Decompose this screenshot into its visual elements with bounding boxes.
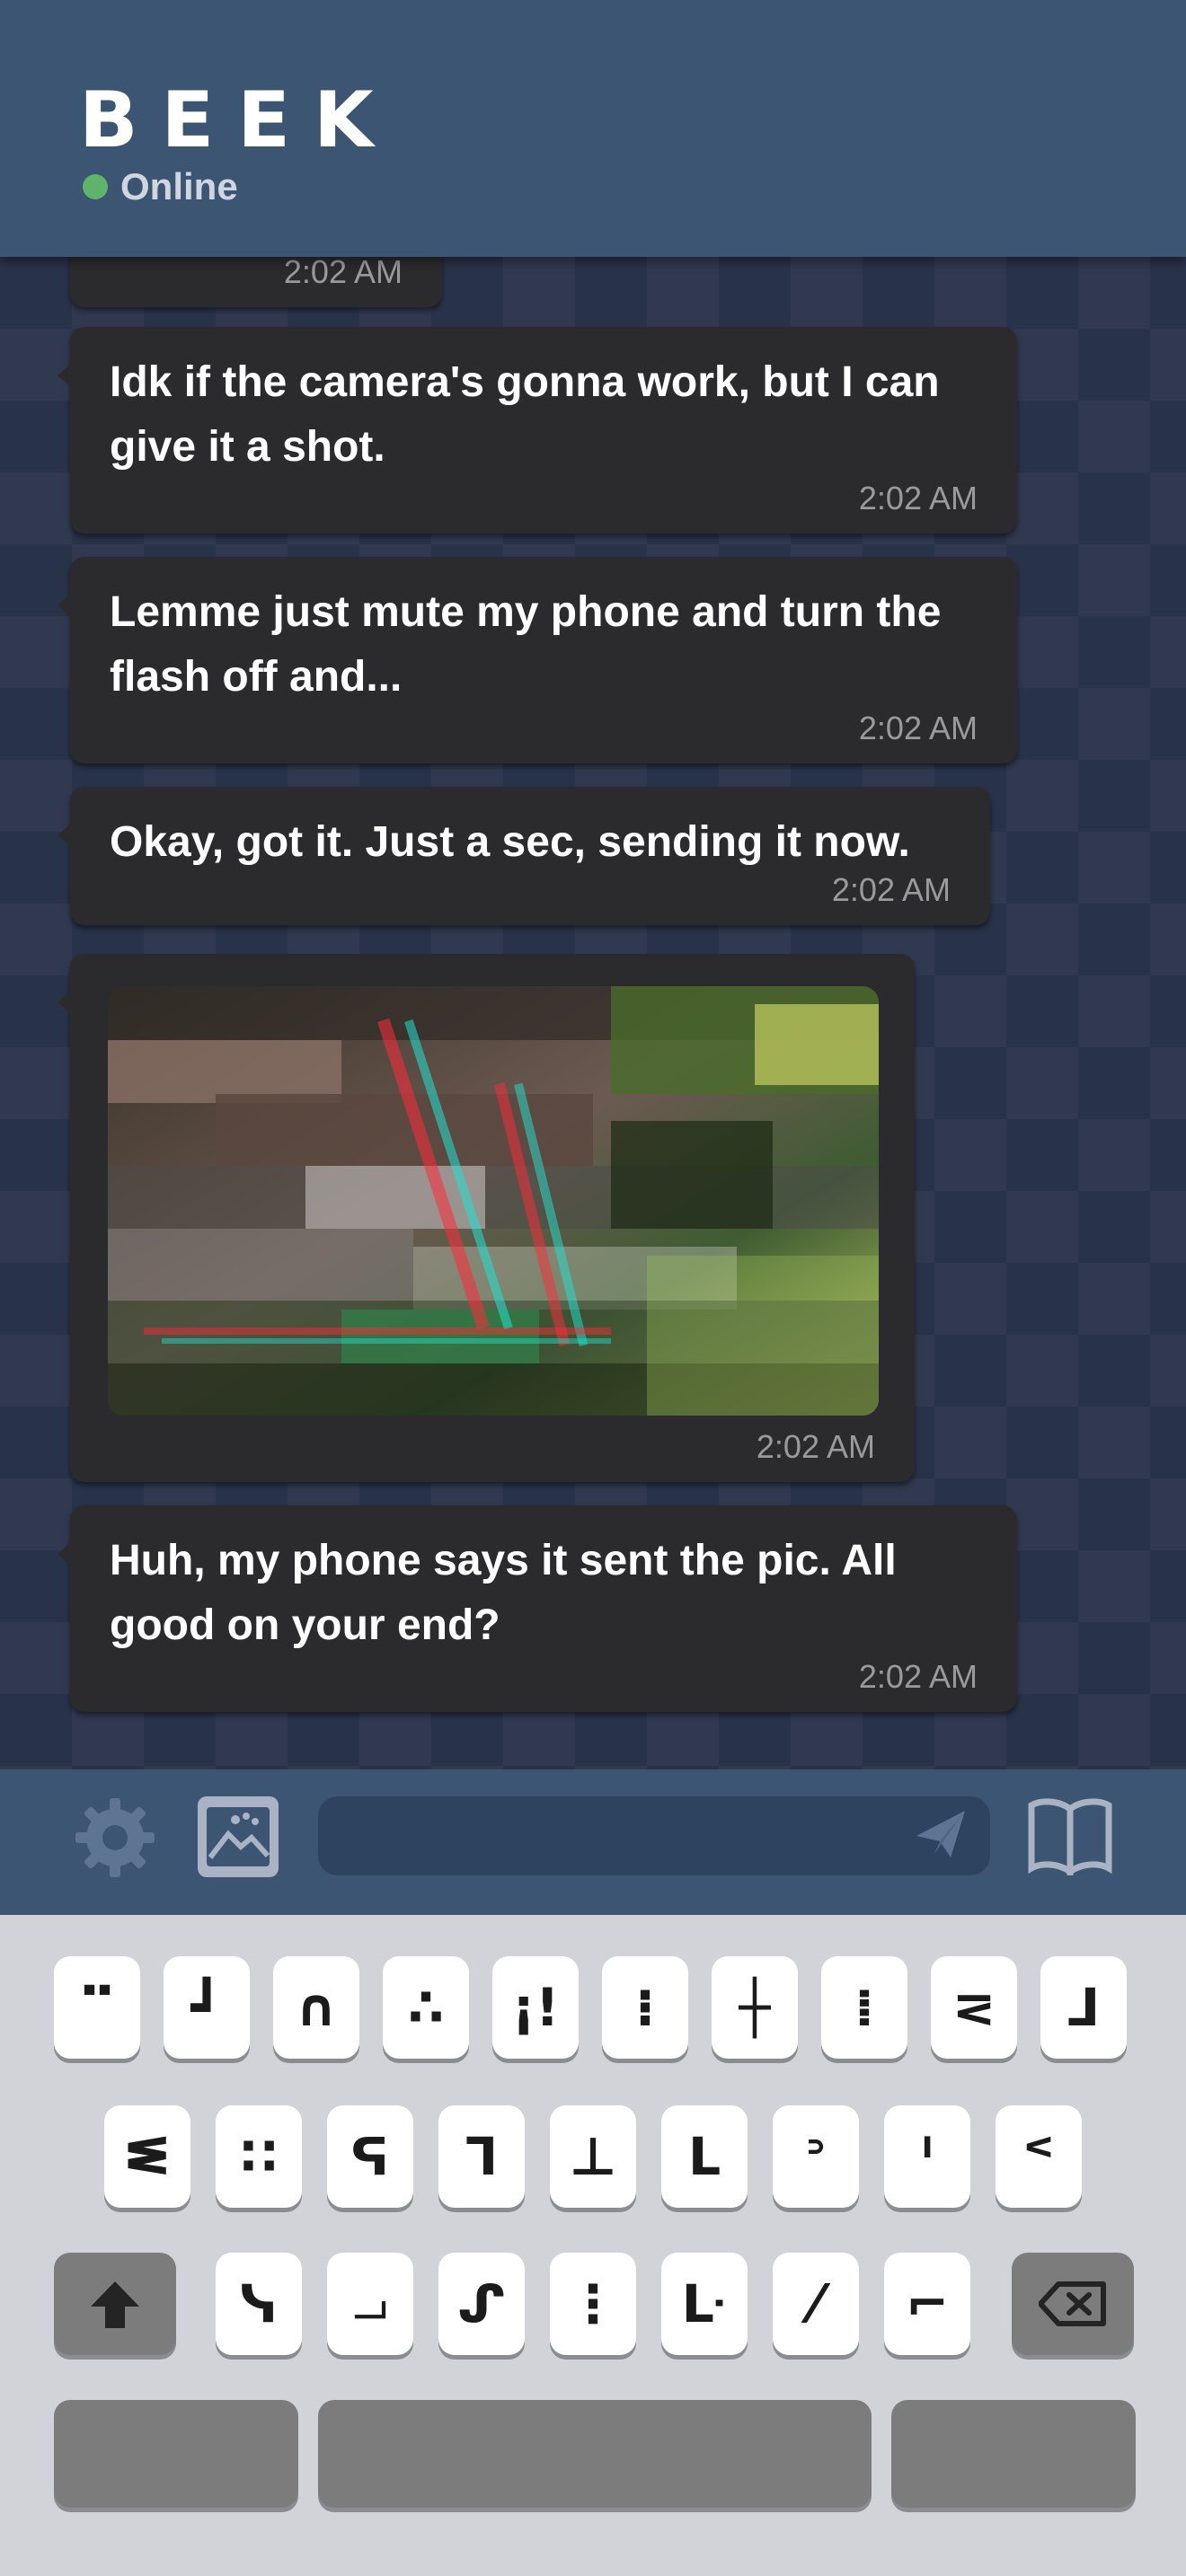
keyboard-key[interactable]: ᒣ xyxy=(438,2105,525,2208)
keyboard-key[interactable]: ᔑ xyxy=(438,2253,525,2355)
backspace-key[interactable] xyxy=(1012,2253,1134,2355)
keyboard-key[interactable]: ∩ xyxy=(273,1956,359,2059)
keyboard-key[interactable]: ᐣ xyxy=(773,2105,859,2208)
message-text: Lemme just mute my phone and turn the fl… xyxy=(110,588,942,701)
message-time: 2:02 AM xyxy=(283,257,403,290)
return-key[interactable] xyxy=(891,2400,1136,2508)
status-text: Online xyxy=(120,165,238,207)
keyboard-key[interactable]: ⊥ xyxy=(550,2105,636,2208)
keyboard-key[interactable]: ¡! xyxy=(492,1956,579,2059)
keyboard-key[interactable]: ᒧ xyxy=(1040,1956,1127,2059)
keyboard-key[interactable]: ᓬ xyxy=(104,2105,190,2208)
message-list[interactable]: 2:02 AM Idk if the camera's gonna work, … xyxy=(0,257,1186,1769)
status-indicator: Online xyxy=(83,165,238,208)
keyboard-key[interactable]: ᒷ xyxy=(661,2253,748,2355)
keyboard-key[interactable]: ⋮ xyxy=(550,2253,636,2355)
keyboard-key[interactable]: ⁄ xyxy=(773,2253,859,2355)
gear-icon[interactable] xyxy=(74,1796,156,1879)
online-dot-icon xyxy=(83,174,108,199)
keyboard-key[interactable]: ᑊ xyxy=(884,2105,970,2208)
keyboard-key[interactable]: ┛ xyxy=(164,1956,250,2059)
message-bubble: Okay, got it. Just a sec, sending it now… xyxy=(58,787,990,925)
send-icon[interactable] xyxy=(913,1805,969,1861)
image-icon[interactable] xyxy=(196,1795,280,1879)
mode-switch-key[interactable] xyxy=(54,2400,298,2508)
keyboard-key[interactable]: ∴ xyxy=(383,1956,469,2059)
keyboard-key[interactable]: ⁝ xyxy=(602,1956,688,2059)
shift-arrow-icon xyxy=(91,2281,139,2328)
keyboard-key[interactable]: ᕋ xyxy=(327,2105,413,2208)
keyboard-key[interactable]: ┼ xyxy=(712,1956,798,2059)
message-bubble: Lemme just mute my phone and turn the fl… xyxy=(58,557,1017,763)
shift-key[interactable] xyxy=(54,2253,176,2355)
message-time: 2:02 AM xyxy=(858,710,978,746)
keyboard-key[interactable]: ∷ xyxy=(216,2105,302,2208)
message-time: 2:02 AM xyxy=(858,480,978,516)
message-text: Idk if the camera's gonna work, but I ca… xyxy=(110,358,940,471)
keyboard-key[interactable]: ⁞ xyxy=(821,1956,907,2059)
message-input-bar xyxy=(0,1769,1186,1915)
message-input[interactable] xyxy=(318,1796,990,1875)
keyboard-key[interactable]: ᑉ xyxy=(996,2105,1082,2208)
image-message-bubble: 2:02 AM xyxy=(58,954,915,1482)
chat-header: BEEK Online xyxy=(0,0,1186,257)
keyboard-key[interactable]: ᒪ xyxy=(661,2105,748,2208)
glitched-photo[interactable] xyxy=(108,986,879,1416)
custom-keyboard: ⠉ ┛ ∩ ∴ ¡! ⁝ ┼ ⁞ ⋜ ᒧ ᓬ ∷ ᕋ ᒣ ⊥ ᒪ ᐣ ᑊ ᑉ ᓭ… xyxy=(0,1915,1186,2576)
message-text: Okay, got it. Just a sec, sending it now… xyxy=(110,818,910,866)
keyboard-key[interactable]: ⌐ xyxy=(884,2253,970,2355)
message-bubble: Huh, my phone says it sent the pic. All … xyxy=(58,1505,1017,1712)
space-bar[interactable] xyxy=(318,2400,872,2508)
keyboard-key[interactable]: ᓭ xyxy=(216,2253,302,2355)
keyboard-key[interactable]: ⠉ xyxy=(54,1956,140,2059)
message-time: 2:02 AM xyxy=(831,871,951,908)
keyboard-key[interactable]: ⋜ xyxy=(931,1956,1017,2059)
backspace-icon xyxy=(1039,2281,1106,2326)
message-text: Huh, my phone says it sent the pic. All … xyxy=(110,1537,897,1649)
message-bubble: 2:02 AM xyxy=(70,257,442,307)
message-bubble: Idk if the camera's gonna work, but I ca… xyxy=(58,327,1017,534)
message-time: 2:02 AM xyxy=(858,1658,978,1695)
book-icon[interactable] xyxy=(1028,1798,1112,1879)
contact-name: BEEK xyxy=(79,75,397,165)
keyboard-key[interactable]: ⏗ xyxy=(327,2253,413,2355)
message-time: 2:02 AM xyxy=(756,1428,875,1465)
